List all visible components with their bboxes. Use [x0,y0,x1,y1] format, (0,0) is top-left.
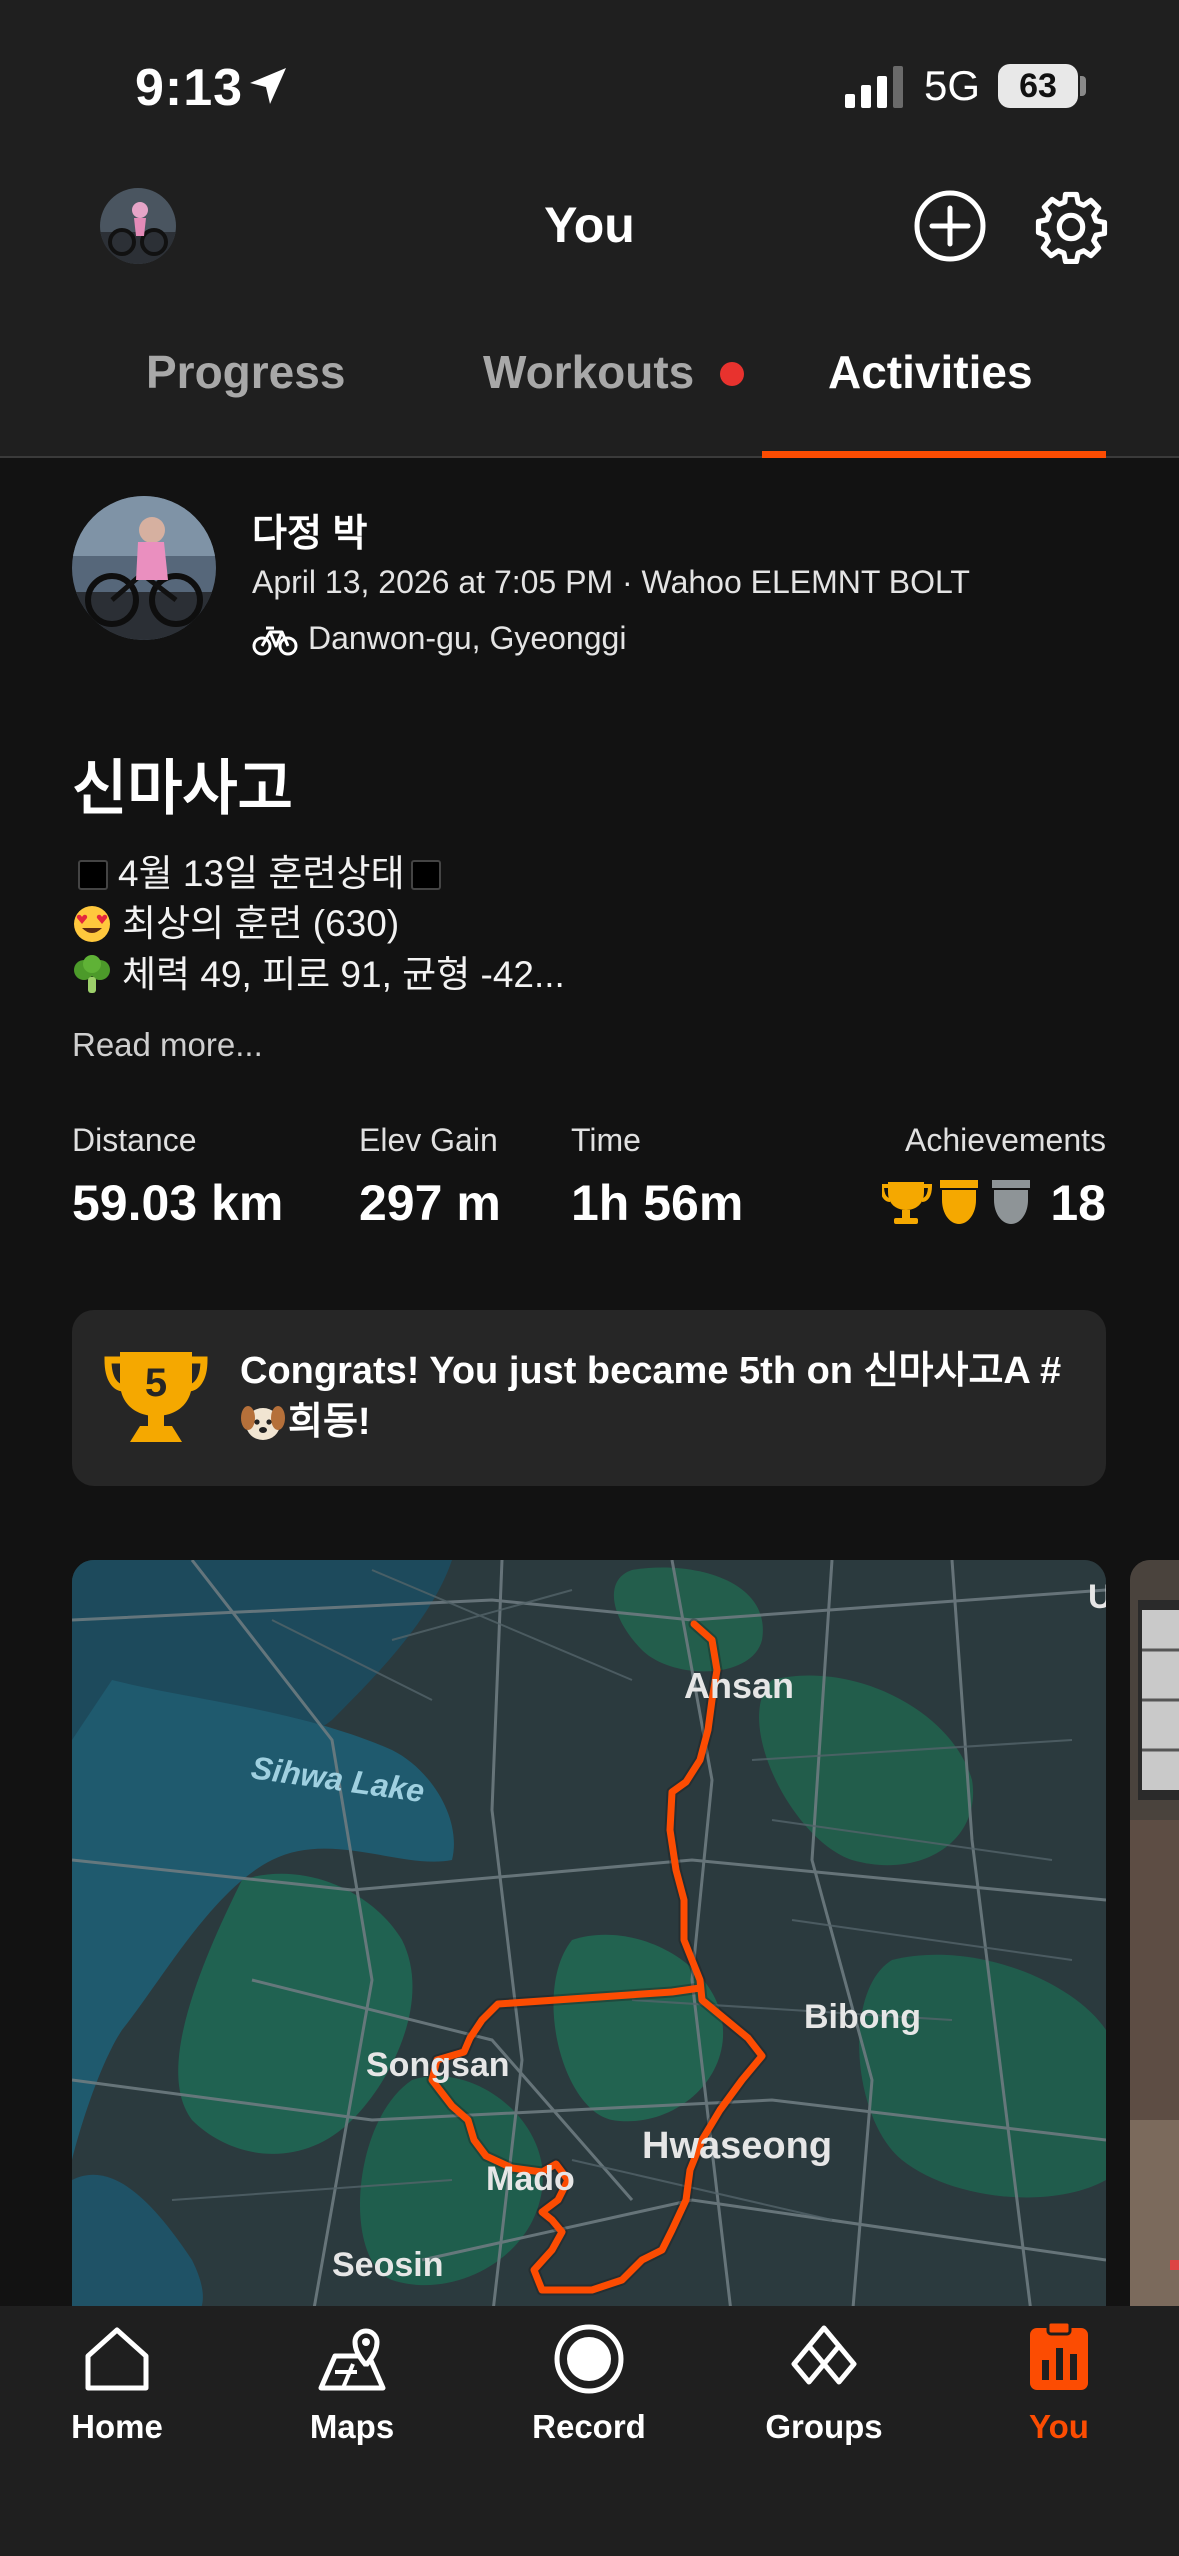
nav-groups[interactable]: Groups [724,2320,924,2446]
active-tab-indicator [762,451,1106,458]
dog-emoji-icon [241,1406,285,1440]
groups-icon [791,2325,857,2385]
activity-meta: April 13, 2026 at 7:05 PM · Wahoo ELEMNT… [252,564,970,600]
description-line-3: 체력 49, 피로 91, 균형 -42... [72,944,565,998]
activity-location: Danwon-gu, Gyeonggi [308,620,627,656]
network-type: 5G [924,62,981,109]
congrats-text-line-1: Congrats! You just became 5th on 신마사고A # [240,1350,1062,1392]
activity-title[interactable]: 신마사고 [72,740,293,827]
nav-record-label: Record [532,2408,646,2445]
athlete-avatar[interactable] [72,496,216,640]
tab-workouts[interactable]: Workouts [483,345,694,399]
battery-indicator: 63 [998,64,1078,108]
tab-progress[interactable]: Progress [146,345,345,399]
notification-badge [720,362,744,386]
settings-gear-icon[interactable] [1032,188,1110,266]
map-label-bibong: Bibong [804,1998,921,2036]
broccoli-emoji-icon [74,955,110,993]
nav-you-label: You [1029,2408,1089,2445]
achievement-icons[interactable] [882,1174,1042,1230]
map-label-hwaseong: Hwaseong [642,2125,832,2167]
battery-nub [1080,76,1086,96]
map-label-seosin: Seosin [332,2246,443,2284]
description-text-3: 체력 49, 피로 91, 균형 -42... [122,954,565,995]
page-title: You [544,197,635,253]
activity-route-map[interactable]: Ansan Sihwa Lake Bibong Songsan Hwaseong… [72,1560,1106,2320]
description-text-1: 4월 13일 훈련상태 [118,853,405,894]
you-icon [1030,2320,1088,2390]
bike-icon [252,626,298,656]
home-icon [85,2327,149,2391]
nav-home[interactable]: Home [17,2320,217,2446]
map-label-songsan: Songsan [366,2046,510,2084]
tab-activities[interactable]: Activities [828,345,1033,399]
time-label: Time [571,1122,641,1158]
congrats-text-line-2: 희동! [288,1401,371,1443]
nav-maps-label: Maps [309,2408,395,2445]
nav-you[interactable]: You [959,2320,1159,2446]
description-line-2: 최상의 훈련 (630) [72,893,399,947]
distance-value: 59.03 km [72,1175,284,1231]
gold-medal-icon [940,1180,978,1224]
nav-record[interactable]: Record [489,2320,689,2446]
black-square-icon [410,860,441,890]
record-icon [554,2324,624,2394]
elev-gain-label: Elev Gain [359,1122,498,1158]
map-label-edge: U [1088,1578,1106,1616]
distance-label: Distance [72,1122,197,1158]
nav-home-label: Home [71,2408,163,2445]
heart-eyes-emoji-icon [74,906,110,942]
rank-number: 5 [145,1361,167,1405]
status-time: 9:13 [135,59,244,117]
location-arrow-icon [250,68,286,104]
nav-maps[interactable]: Maps [252,2320,452,2446]
description-text-2: 최상의 훈련 (630) [122,903,400,944]
trophy-icon [882,1182,933,1224]
achievements-count[interactable]: 18 [1050,1174,1106,1232]
achievements-label: Achievements [905,1122,1106,1158]
maps-icon [318,2328,386,2391]
activity-photo-thumbnail[interactable] [1130,1560,1179,2320]
athlete-name[interactable]: 다정 박 [252,502,367,557]
read-more-link[interactable]: Read more... [72,1026,263,1064]
congrats-message: Congrats! You just became 5th on 신마사고A #… [240,1346,1080,1448]
time-value: 1h 56m [571,1175,744,1231]
nav-groups-label: Groups [765,2408,883,2445]
add-icon[interactable] [912,188,988,264]
rank-trophy-icon: 5 [104,1352,208,1442]
black-square-icon [78,860,108,890]
elev-gain-value: 297 m [359,1175,501,1231]
description-line-1: 4월 13일 훈련상태 [72,843,451,897]
map-label-mado: Mado [486,2160,575,2198]
silver-medal-icon [992,1180,1030,1224]
cellular-signal-icon [845,66,903,108]
map-label-ansan: Ansan [684,1665,794,1706]
